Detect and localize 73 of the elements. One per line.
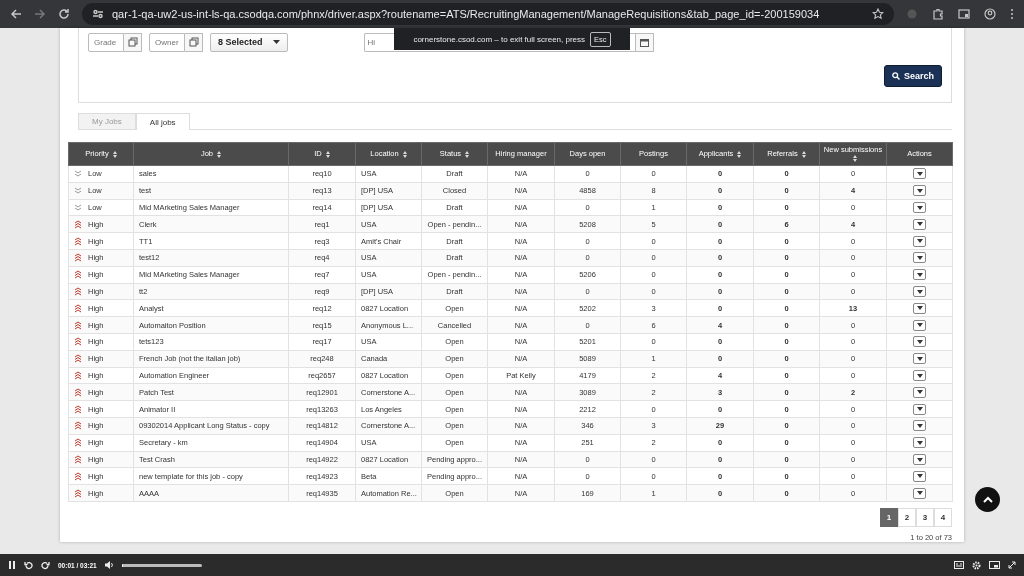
caret-icon [916,373,923,378]
scroll-to-top-button[interactable] [975,487,1000,512]
rewind-icon[interactable] [24,560,33,570]
caret-icon [916,474,923,479]
actions-button[interactable] [913,252,926,264]
page-button[interactable]: 1 [880,508,898,527]
page-button[interactable]: 3 [916,508,934,527]
captions-icon[interactable] [954,561,964,569]
caret-icon [916,390,923,395]
caret-icon [916,171,923,176]
actions-button[interactable] [913,319,926,331]
actions-button[interactable] [913,302,926,314]
actions-button[interactable] [913,470,926,482]
reload-icon[interactable] [58,8,70,20]
caret-icon [916,407,923,412]
caret-icon [916,205,923,210]
back-icon[interactable] [10,8,22,20]
picture-in-picture-icon[interactable] [989,561,1000,569]
site-info-icon[interactable] [92,8,104,20]
actions-button[interactable] [913,185,926,197]
picker-button[interactable] [185,32,203,52]
actions-button[interactable] [913,269,926,281]
actions-button[interactable] [913,218,926,230]
owner-field[interactable]: Owner [149,32,185,52]
caret-icon [916,323,923,328]
caret-icon [916,423,923,428]
caret-icon [916,289,923,294]
caret-icon [916,356,923,361]
caret-icon [916,222,923,227]
caret-icon [916,255,923,260]
actions-button[interactable] [913,336,926,348]
grade-field[interactable]: Grade [88,32,124,52]
caret-icon [916,440,923,445]
caret-icon [916,306,923,311]
caret-icon [916,239,923,244]
actions-button[interactable] [913,386,926,398]
squares-icon [127,37,138,47]
star-icon[interactable] [872,8,884,20]
caret-icon [916,491,923,496]
picker-button[interactable] [124,32,142,52]
actions-button[interactable] [913,487,926,499]
search-button[interactable]: Search [883,65,942,87]
fullscreen-icon[interactable] [1008,561,1016,569]
actions-button[interactable] [913,420,926,432]
actions-button[interactable] [913,370,926,381]
settings-icon[interactable] [972,560,981,570]
calendar-icon [639,37,649,47]
caret-icon [916,272,923,277]
actions-button[interactable] [913,168,926,180]
actions-button[interactable] [913,286,926,298]
profile-icon[interactable] [984,8,996,20]
squares-icon [188,37,199,47]
actions-button[interactable] [913,437,926,449]
search-icon [891,72,900,80]
pause-icon[interactable] [8,561,16,569]
caret-icon [272,40,280,44]
actions-button[interactable] [913,235,926,247]
actions-button[interactable] [913,202,926,214]
actions-button[interactable] [913,454,926,465]
actions-button[interactable] [913,403,926,415]
caret-icon [916,339,923,344]
status-dropdown[interactable]: 8 Selected [210,32,288,52]
seek-bar[interactable] [121,563,202,567]
chevron-up-icon [982,496,993,503]
caret-icon [916,188,923,193]
menu-icon[interactable] [1010,8,1014,20]
puzzle-icon[interactable] [932,8,944,20]
tab[interactable]: All jobs [135,112,190,131]
page-button[interactable]: 2 [898,508,916,527]
caret-icon [916,457,923,462]
actions-button[interactable] [913,353,926,365]
page-button[interactable]: 4 [934,508,952,527]
volume-icon[interactable] [104,561,114,569]
